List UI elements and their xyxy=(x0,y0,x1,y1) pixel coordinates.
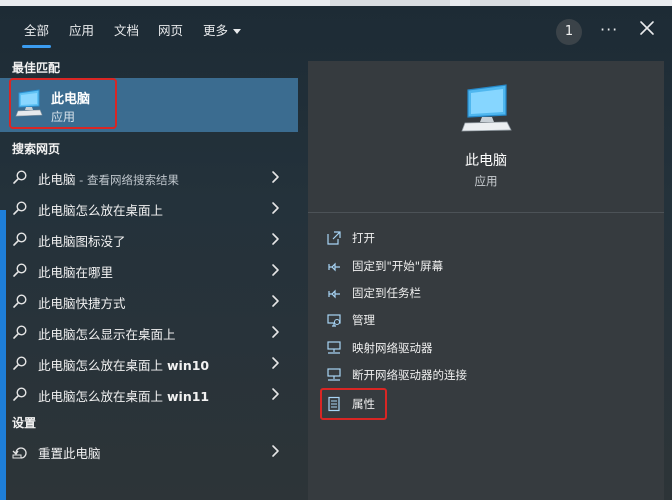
search-icon xyxy=(13,294,27,308)
pin-icon xyxy=(328,262,340,272)
web-result-item[interactable]: 此电脑在哪里 xyxy=(0,255,298,285)
preview-subtitle: 应用 xyxy=(474,174,498,188)
web-result-keyword: win11 xyxy=(166,389,210,404)
network-drive-icon xyxy=(327,341,341,354)
web-result-text: 此电脑怎么显示在桌面上 xyxy=(38,327,176,342)
web-result-item[interactable]: 此电脑怎么放在桌面上 win11 xyxy=(0,379,298,409)
web-result-item[interactable]: 此电脑怎么显示在桌面上 xyxy=(0,317,298,347)
web-result-label: 此电脑怎么放在桌面上 win11 xyxy=(38,386,209,405)
action-map-network-drive[interactable]: 映射网络驱动器 xyxy=(326,336,626,360)
tab-more[interactable]: 更多 xyxy=(203,20,242,39)
web-result-label: 此电脑 - 查看网络搜索结果 xyxy=(38,169,179,188)
search-icon xyxy=(13,325,27,339)
chevron-right-icon xyxy=(272,264,279,276)
open-icon xyxy=(327,231,341,245)
web-result-keyword: win10 xyxy=(166,358,210,373)
tab-web[interactable]: 网页 xyxy=(158,20,183,39)
action-label: 映射网络驱动器 xyxy=(352,341,433,355)
action-pin-to-start[interactable]: 固定到"开始"屏幕 xyxy=(326,254,626,278)
search-tab-bar: 全部 应用 文档 网页 更多 1 ··· xyxy=(0,6,672,56)
chevron-right-icon xyxy=(272,233,279,245)
web-result-text: 此电脑怎么放在桌面上 xyxy=(38,358,167,373)
chevron-down-icon xyxy=(233,29,242,34)
search-icon xyxy=(13,232,27,246)
more-options-button[interactable]: ··· xyxy=(600,20,618,39)
chevron-right-icon xyxy=(272,388,279,400)
tab-apps[interactable]: 应用 xyxy=(69,20,94,39)
web-result-item[interactable]: 此电脑 - 查看网络搜索结果 xyxy=(0,162,298,192)
web-result-item[interactable]: 此电脑图标没了 xyxy=(0,224,298,254)
action-label: 固定到"开始"屏幕 xyxy=(352,259,444,273)
chevron-right-icon xyxy=(272,202,279,214)
chevron-right-icon xyxy=(272,171,279,183)
close-icon[interactable] xyxy=(637,18,657,38)
web-result-text: 此电脑 xyxy=(38,172,76,187)
web-result-item[interactable]: 此电脑快捷方式 xyxy=(0,286,298,316)
settings-item-reset-pc[interactable]: 重置此电脑 xyxy=(0,436,298,466)
web-result-item[interactable]: 此电脑怎么放在桌面上 xyxy=(0,193,298,223)
web-result-label: 此电脑怎么放在桌面上 win10 xyxy=(38,355,209,374)
web-result-suffix: - 查看网络搜索结果 xyxy=(75,173,179,187)
search-icon xyxy=(13,170,27,184)
action-open[interactable]: 打开 xyxy=(326,226,626,250)
search-icon xyxy=(13,263,27,277)
web-result-text: 此电脑在哪里 xyxy=(38,265,114,280)
web-result-text: 此电脑图标没了 xyxy=(38,234,126,249)
action-label: 管理 xyxy=(352,313,375,327)
highlight-box xyxy=(320,388,387,420)
settings-heading: 设置 xyxy=(12,416,37,430)
search-icon xyxy=(13,387,27,401)
tab-documents[interactable]: 文档 xyxy=(114,20,139,39)
tab-more-label: 更多 xyxy=(203,23,229,38)
chevron-right-icon xyxy=(272,295,279,307)
best-match-heading: 最佳匹配 xyxy=(12,61,61,75)
search-icon xyxy=(13,201,27,215)
this-pc-large-icon xyxy=(461,84,512,132)
action-manage[interactable]: 管理 xyxy=(326,308,626,332)
preview-title: 此电脑 xyxy=(465,153,507,169)
web-result-text: 此电脑怎么放在桌面上 xyxy=(38,389,167,404)
highlight-box xyxy=(9,78,117,129)
reset-pc-icon xyxy=(12,447,27,459)
search-web-heading: 搜索网页 xyxy=(12,142,61,156)
web-result-text: 此电脑快捷方式 xyxy=(38,296,126,311)
search-icon xyxy=(13,356,27,370)
action-pin-to-taskbar[interactable]: 固定到任务栏 xyxy=(326,281,626,305)
preview-divider xyxy=(308,212,664,213)
action-label: 打开 xyxy=(352,231,375,245)
chevron-right-icon xyxy=(272,445,279,457)
chevron-right-icon xyxy=(272,357,279,369)
web-result-text: 此电脑怎么放在桌面上 xyxy=(38,203,164,218)
chevron-right-icon xyxy=(272,326,279,338)
action-label: 断开网络驱动器的连接 xyxy=(352,368,467,382)
web-result-item[interactable]: 此电脑怎么放在桌面上 win10 xyxy=(0,348,298,378)
pin-icon xyxy=(328,289,340,299)
manage-icon xyxy=(327,314,341,327)
tab-all[interactable]: 全部 xyxy=(21,20,52,48)
action-disconnect-network-drive[interactable]: 断开网络驱动器的连接 xyxy=(326,363,626,387)
settings-item-label: 重置此电脑 xyxy=(38,446,101,461)
action-label: 固定到任务栏 xyxy=(352,286,421,300)
network-drive-icon xyxy=(327,368,341,381)
rewards-count-badge[interactable]: 1 xyxy=(556,19,582,45)
